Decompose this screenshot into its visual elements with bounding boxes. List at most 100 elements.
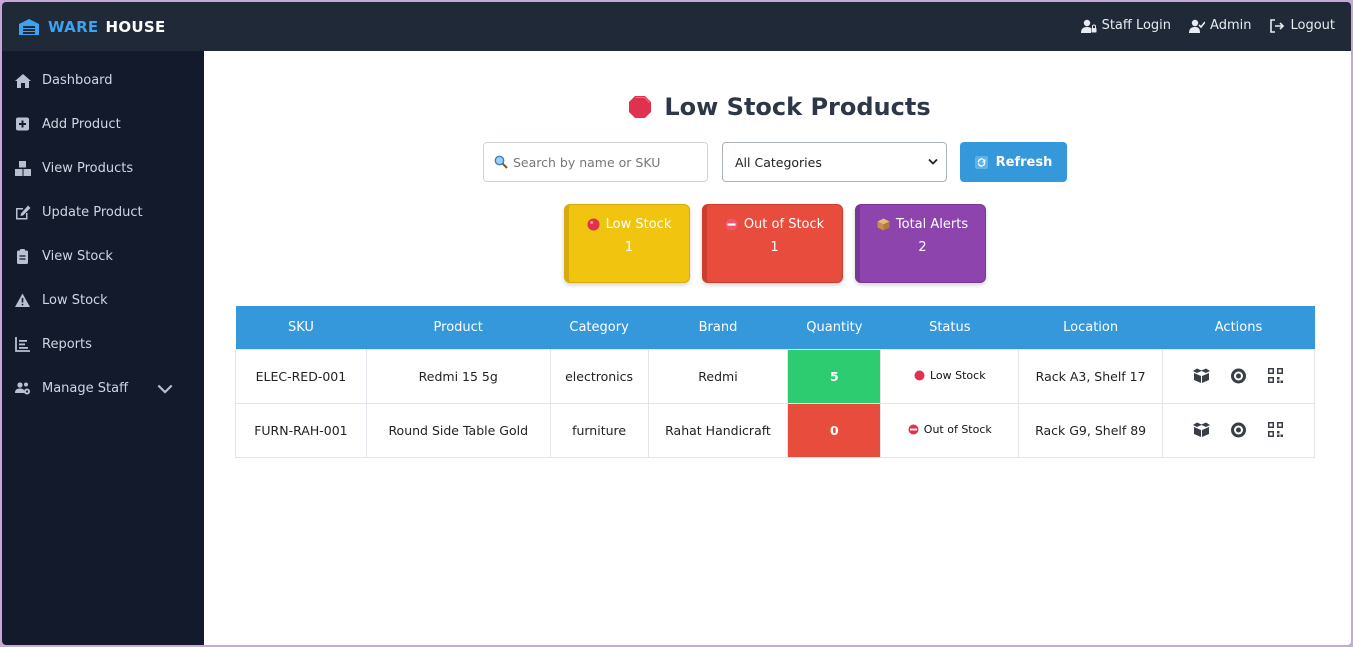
cell-status: Out of Stock (880, 402, 1020, 458)
col-header-location[interactable]: Location (1018, 306, 1163, 349)
boxes-icon[interactable] (1192, 368, 1211, 384)
brand-logo[interactable]: WARE HOUSE (18, 16, 166, 38)
cell-location: Rack G9, Shelf 89 (1018, 402, 1164, 458)
users-gear-icon (15, 381, 30, 394)
sidebar-item-view-products[interactable]: View Products (2, 146, 204, 190)
summary-out-value: 1 (770, 240, 779, 255)
search-box[interactable] (483, 142, 708, 182)
status-text: Low Stock (929, 368, 986, 382)
no-entry-icon (725, 218, 738, 231)
cell-actions (1162, 402, 1315, 458)
sidebar-item-manage-staff[interactable]: Manage Staff (2, 366, 204, 410)
summary-total-value: 2 (918, 240, 927, 255)
top-navbar: WARE HOUSE Staff Login Admin Logout (2, 2, 1351, 51)
sidebar-item-reports[interactable]: Reports (2, 322, 204, 366)
boxes-icon[interactable] (1192, 422, 1211, 438)
chevron-down-icon (928, 158, 938, 165)
cell-quantity: 5 (787, 348, 882, 404)
table-row: FURN-RAH-001 Round Side Table Gold furni… (235, 402, 1315, 458)
staff-login-link[interactable]: Staff Login (1080, 18, 1172, 33)
sidebar-item-label: Add Product (42, 116, 121, 132)
col-header-actions: Actions (1162, 306, 1315, 349)
logout-icon (1270, 18, 1285, 33)
sidebar-item-update-product[interactable]: Update Product (2, 190, 204, 234)
category-selected-value: All Categories (735, 154, 822, 170)
page-title-text: Low Stock Products (664, 93, 931, 121)
main-content: Low Stock Products All Categories Refres… (204, 51, 1351, 645)
plus-square-icon (16, 117, 29, 130)
cell-product: Round Side Table Gold (365, 402, 551, 458)
sidebar-item-label: Update Product (42, 204, 143, 220)
category-select[interactable]: All Categories (722, 142, 947, 182)
status-text: Out of Stock (923, 422, 992, 436)
chart-icon (15, 336, 30, 352)
qrcode-icon[interactable] (1266, 422, 1285, 438)
summary-total-label: Total Alerts (895, 217, 969, 232)
sidebar-item-label: Dashboard (42, 72, 113, 88)
refresh-button[interactable]: Refresh (960, 142, 1067, 182)
cell-actions (1162, 348, 1315, 404)
sidebar-item-low-stock[interactable]: Low Stock (2, 278, 204, 322)
boxes-icon (15, 160, 31, 176)
eye-icon[interactable] (1229, 422, 1248, 438)
page-title: Low Stock Products (204, 93, 1351, 121)
cell-category: electronics (549, 348, 649, 404)
staff-login-label: Staff Login (1101, 18, 1172, 33)
status-badge: Out of Stock (908, 423, 992, 436)
no-entry-icon (908, 424, 919, 434)
sidebar-item-label: Low Stock (42, 292, 108, 308)
clipboard-icon (17, 248, 28, 264)
summary-low-label: Low Stock (605, 217, 672, 232)
brand-ware: WARE (48, 18, 99, 36)
top-nav-links: Staff Login Admin Logout (1080, 18, 1335, 33)
chevron-down-icon[interactable] (157, 382, 173, 397)
app-window: WARE HOUSE Staff Login Admin Logout Dash… (0, 0, 1353, 647)
cell-category: furniture (549, 402, 649, 458)
user-lock-icon (1080, 19, 1097, 33)
summary-card-total-alerts: Total Alerts 2 (855, 204, 986, 283)
warehouse-icon (19, 19, 39, 35)
sidebar-item-view-stock[interactable]: View Stock (2, 234, 204, 278)
cell-location: Rack A3, Shelf 17 (1018, 348, 1164, 404)
user-check-icon (1189, 19, 1206, 33)
qrcode-icon[interactable] (1266, 368, 1285, 384)
refresh-label: Refresh (995, 154, 1053, 170)
cell-status: Low Stock (880, 348, 1020, 404)
table-row: ELEC-RED-001 Redmi 15 5g electronics Red… (235, 348, 1315, 404)
col-header-status[interactable]: Status (880, 306, 1019, 349)
red-circle-icon (914, 370, 925, 380)
cell-sku: ELEC-RED-001 (235, 348, 367, 404)
logout-link[interactable]: Logout (1269, 18, 1335, 33)
home-icon (15, 73, 31, 88)
col-header-product[interactable]: Product (366, 306, 551, 349)
edit-icon (16, 205, 31, 219)
col-header-brand[interactable]: Brand (648, 306, 788, 349)
logout-label: Logout (1290, 18, 1335, 33)
admin-link[interactable]: Admin (1189, 18, 1251, 33)
package-icon (877, 218, 890, 231)
table-header-row: SKU Product Category Brand Quantity Stat… (235, 306, 1315, 349)
stop-sign-icon (629, 96, 652, 118)
summary-out-label: Out of Stock (743, 217, 825, 232)
sidebar-item-label: View Products (42, 160, 134, 176)
low-stock-table: SKU Product Category Brand Quantity Stat… (235, 306, 1315, 458)
summary-low-value: 1 (624, 240, 634, 255)
col-header-category[interactable]: Category (550, 306, 649, 349)
brand-house: HOUSE (105, 18, 166, 36)
summary-card-low-stock: Low Stock 1 (564, 204, 690, 283)
cell-product: Redmi 15 5g (365, 348, 551, 404)
refresh-icon (974, 155, 988, 169)
sidebar-item-add-product[interactable]: Add Product (2, 102, 204, 146)
red-circle-icon (587, 218, 600, 231)
admin-label: Admin (1210, 18, 1252, 33)
warning-icon (15, 293, 30, 307)
sidebar-item-dashboard[interactable]: Dashboard (2, 58, 204, 102)
col-header-sku[interactable]: SKU (235, 306, 367, 349)
search-icon (494, 155, 508, 169)
sidebar-item-label: Reports (42, 336, 92, 352)
search-input[interactable] (513, 154, 693, 170)
col-header-quantity[interactable]: Quantity (787, 306, 881, 349)
cell-brand: Redmi (647, 348, 789, 404)
sidebar: Dashboard Add Product View Products Upda… (2, 51, 204, 645)
eye-icon[interactable] (1229, 368, 1248, 384)
